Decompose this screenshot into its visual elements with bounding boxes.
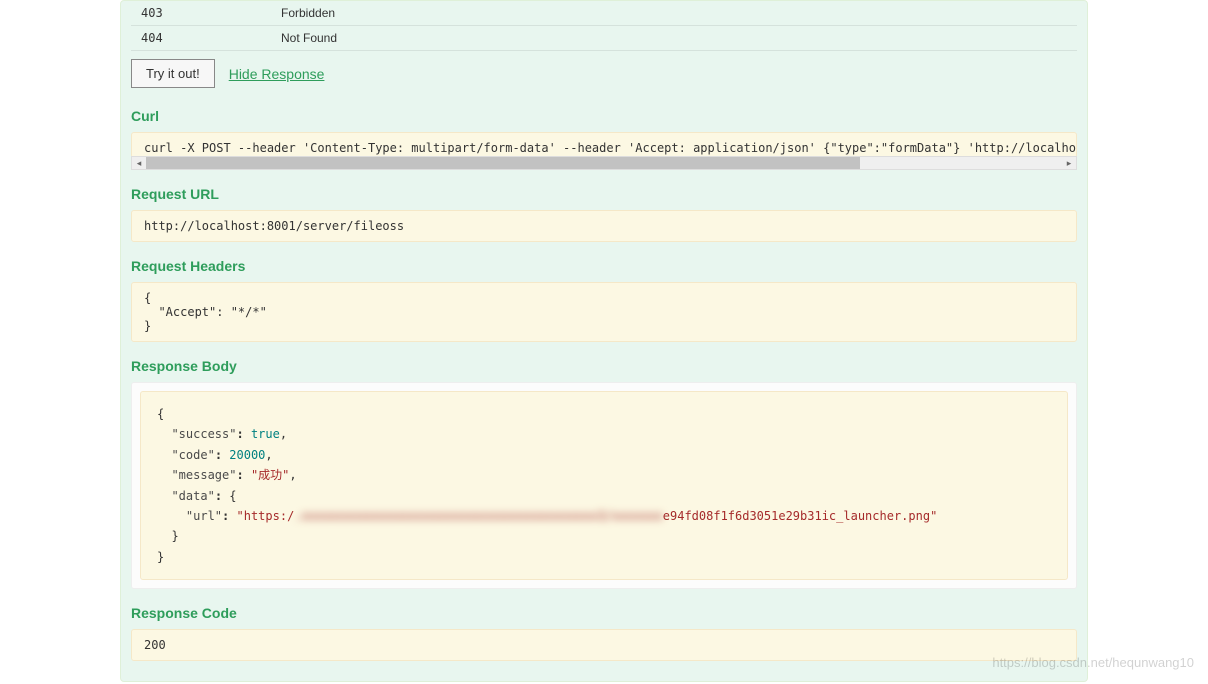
json-key-url: "url" [186,509,222,523]
request-headers-heading: Request Headers [131,258,1077,274]
curl-block-wrap: curl -X POST --header 'Content-Type: mul… [131,132,1077,170]
json-key-success: "success" [171,427,236,441]
response-body-block: { "success": true, "code": 20000, "messa… [140,391,1068,580]
curl-heading: Curl [131,108,1077,124]
json-key-data: "data" [171,489,214,503]
response-code-block: 200 [131,629,1077,661]
json-val-url-prefix: "https:/ [237,509,295,523]
json-val-url-suffix: e94fd08f1f6d3051e29b31ic_launcher.png" [663,509,938,523]
json-key-code: "code" [171,448,214,462]
status-row-403: 403 Forbidden [131,1,1077,26]
scroll-track[interactable] [146,157,1062,169]
json-val-success: true [251,427,280,441]
json-val-message: "成功" [251,468,289,482]
scroll-thumb[interactable] [146,157,860,169]
response-body-wrap: { "success": true, "code": 20000, "messa… [131,382,1077,589]
scroll-right-icon[interactable]: ▸ [1062,157,1076,169]
hide-response-link[interactable]: Hide Response [229,66,325,82]
response-code-heading: Response Code [131,605,1077,621]
scroll-left-icon[interactable]: ◂ [132,157,146,169]
status-row-404: 404 Not Found [131,26,1077,51]
status-desc: Not Found [281,31,1067,45]
request-url-heading: Request URL [131,186,1077,202]
status-code: 403 [141,6,281,20]
response-body-heading: Response Body [131,358,1077,374]
status-code: 404 [141,31,281,45]
json-val-code: 20000 [229,448,265,462]
try-it-out-button[interactable]: Try it out! [131,59,215,88]
json-key-message: "message" [171,468,236,482]
status-desc: Forbidden [281,6,1067,20]
request-url-block: http://localhost:8001/server/fileoss [131,210,1077,242]
curl-command-block[interactable]: curl -X POST --header 'Content-Type: mul… [131,132,1077,158]
operation-panel: 403 Forbidden 404 Not Found Try it out! … [120,0,1088,682]
action-row: Try it out! Hide Response [131,51,1077,92]
json-val-url-hidden: .xxxxxxxxxxxxxxxxxxxxxxxxxxxxxxxxxxxxxxx… [294,509,662,523]
scrollbar[interactable]: ◂ ▸ [131,156,1077,170]
request-headers-block: { "Accept": "*/*" } [131,282,1077,342]
